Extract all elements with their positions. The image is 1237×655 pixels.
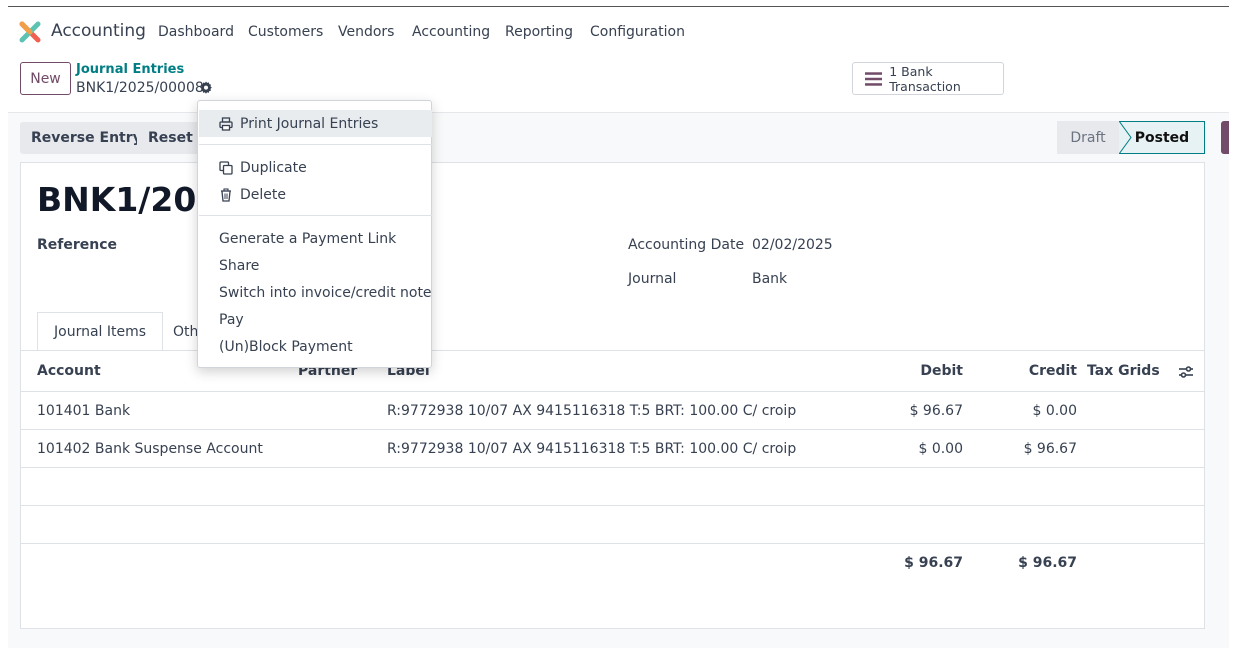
next-record-edge[interactable]	[1221, 121, 1229, 154]
column-settings-icon[interactable]	[1178, 364, 1194, 380]
menu-item-duplicate[interactable]: Duplicate	[199, 154, 432, 181]
breadcrumb-current: BNK1/2025/00008	[76, 80, 204, 96]
table-row-label[interactable]: R:9772938 10/07 AX 9415116318 T:5 BRT: 1…	[387, 403, 796, 419]
tab-journal-items[interactable]: Journal Items	[37, 312, 164, 351]
table-row-debit[interactable]: $ 0.00	[863, 441, 963, 457]
row-divider	[21, 543, 1204, 544]
new-button[interactable]: New	[20, 62, 71, 95]
row-divider	[21, 467, 1204, 468]
accounting-date-label: Accounting Date	[628, 237, 745, 253]
accounting-app-icon[interactable]	[19, 21, 41, 43]
bank-transaction-button[interactable]: 1 Bank Transaction	[852, 62, 1004, 95]
app-name[interactable]: Accounting	[51, 21, 146, 41]
menu-item-label: Duplicate	[240, 159, 307, 176]
reset-to-draft-button[interactable]: Reset to	[137, 122, 201, 154]
table-row-label[interactable]: R:9772938 10/07 AX 9415116318 T:5 BRT: 1…	[387, 441, 796, 457]
table-header-divider	[21, 391, 1204, 392]
total-debit: $ 96.67	[904, 555, 963, 571]
menu-configuration[interactable]: Configuration	[590, 24, 685, 40]
menu-item-label: Print Journal Entries	[240, 115, 379, 132]
accounting-date-value[interactable]: 02/02/2025	[752, 237, 833, 253]
menu-item-switch-invoice[interactable]: Switch into invoice/credit note	[199, 279, 432, 306]
menu-item-label: Delete	[240, 186, 286, 203]
menu-accounting[interactable]: Accounting	[412, 24, 490, 40]
menu-dashboard[interactable]: Dashboard	[158, 24, 234, 40]
column-credit[interactable]: Credit	[977, 363, 1077, 379]
column-account[interactable]: Account	[37, 363, 101, 379]
row-divider	[21, 429, 1204, 430]
bank-transaction-label: 1 Bank Transaction	[889, 63, 961, 94]
menu-item-share[interactable]: Share	[199, 252, 432, 279]
journal-value[interactable]: Bank	[752, 271, 787, 287]
menu-item-delete[interactable]: Delete	[199, 181, 432, 208]
breadcrumb-journal-entries[interactable]: Journal Entries	[76, 62, 184, 77]
menu-vendors[interactable]: Vendors	[338, 24, 394, 40]
table-row-account[interactable]: 101402 Bank Suspense Account	[37, 441, 263, 457]
top-navbar: Accounting Dashboard Customers Vendors A…	[8, 7, 1229, 55]
reverse-entry-button[interactable]: Reverse Entry	[20, 122, 153, 154]
column-debit[interactable]: Debit	[863, 363, 963, 379]
gear-actions-dropdown: Print Journal Entries Duplicate Delete G…	[197, 100, 432, 368]
row-divider	[21, 505, 1204, 506]
table-row-credit[interactable]: $ 96.67	[977, 441, 1077, 457]
column-tax-grids[interactable]: Tax Grids	[1087, 363, 1160, 379]
gear-icon[interactable]	[199, 81, 213, 95]
status-arrow	[1117, 121, 1132, 154]
reference-label: Reference	[37, 237, 118, 253]
status-draft[interactable]: Draft	[1057, 121, 1119, 154]
menu-customers[interactable]: Customers	[248, 24, 323, 40]
total-credit: $ 96.67	[1018, 555, 1077, 571]
table-row-account[interactable]: 101401 Bank	[37, 403, 130, 419]
menu-reporting[interactable]: Reporting	[505, 24, 573, 40]
print-icon	[219, 116, 233, 131]
table-row-debit[interactable]: $ 96.67	[863, 403, 963, 419]
menu-item-pay[interactable]: Pay	[199, 306, 432, 333]
menu-item-generate-payment-link[interactable]: Generate a Payment Link	[199, 225, 432, 252]
journal-label: Journal	[628, 271, 677, 287]
dropdown-separator	[199, 144, 432, 145]
menu-item-unblock-payment[interactable]: (Un)Block Payment	[199, 333, 432, 360]
table-row-credit[interactable]: $ 0.00	[977, 403, 1077, 419]
trash-icon	[221, 187, 231, 202]
copy-icon	[219, 160, 233, 175]
dropdown-separator	[199, 215, 432, 216]
list-icon	[865, 71, 883, 86]
menu-item-print-journal-entries[interactable]: Print Journal Entries	[199, 110, 432, 137]
